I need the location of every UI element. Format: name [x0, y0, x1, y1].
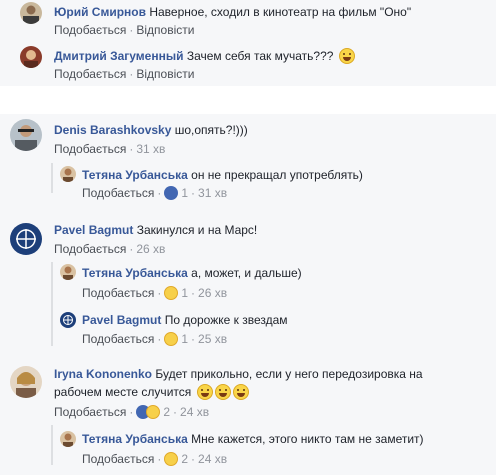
separator-dot: ·	[157, 286, 162, 300]
comment-text: Будет прикольно, если у него передозиров…	[155, 367, 423, 381]
separator-dot: ·	[191, 332, 196, 346]
comment-author[interactable]: Тетяна Урбанська	[82, 168, 188, 182]
separator-dot: ·	[191, 286, 196, 300]
reply-thread-line	[51, 163, 53, 193]
relieved-emoji-icon	[232, 384, 249, 400]
like-link[interactable]: Подобається	[54, 242, 126, 256]
avatar[interactable]	[20, 46, 42, 68]
panel-divider	[0, 86, 496, 114]
avatar[interactable]	[60, 431, 76, 447]
haha-reaction-icon[interactable]	[164, 332, 179, 346]
comment-author[interactable]: Pavel Bagmut	[54, 223, 133, 237]
separator-dot: ·	[129, 142, 134, 156]
like-link[interactable]: Подобається	[54, 142, 126, 156]
separator-dot: ·	[157, 332, 162, 346]
avatar[interactable]	[60, 264, 76, 280]
comment-author[interactable]: Pavel Bagmut	[82, 313, 161, 327]
like-link[interactable]: Подобається	[82, 186, 154, 200]
reply-thread-line	[51, 425, 53, 465]
comment-author[interactable]: Тетяна Урбанська	[82, 432, 188, 446]
comment-text: Наверное, сходил в кинотеатр на фильм "О…	[149, 5, 412, 19]
reaction-count[interactable]: 1	[178, 286, 188, 300]
separator-dot: ·	[191, 186, 196, 200]
comment-author[interactable]: Дмитрий Загуменный	[54, 49, 183, 63]
haha-reaction-icon[interactable]	[164, 286, 179, 300]
reaction-count[interactable]: 1	[178, 332, 188, 346]
reply-thread-line	[51, 262, 53, 346]
like-link[interactable]: Подобається	[82, 286, 154, 300]
avatar[interactable]	[60, 312, 76, 328]
hugging-emoji-icon	[214, 384, 231, 400]
comment-author[interactable]: Тетяна Урбанська	[82, 266, 188, 280]
comment-text: шо,опять?!)))	[174, 123, 248, 137]
like-link[interactable]: Подобається	[54, 23, 126, 37]
separator-dot: ·	[129, 405, 134, 419]
separator-dot: ·	[157, 186, 162, 200]
like-link[interactable]: Подобається	[54, 405, 126, 419]
timestamp[interactable]: 31 хв	[198, 186, 227, 200]
haha-reaction-icon[interactable]	[146, 405, 161, 419]
like-reaction-icon[interactable]	[164, 186, 179, 200]
like-link[interactable]: Подобається	[82, 332, 154, 346]
comment-author[interactable]: Denis Barashkovsky	[54, 123, 171, 137]
timestamp[interactable]: 25 хв	[198, 332, 227, 346]
like-link[interactable]: Подобається	[82, 452, 154, 466]
avatar[interactable]	[10, 119, 42, 151]
avatar[interactable]	[60, 166, 76, 182]
timestamp[interactable]: 31 хв	[136, 142, 165, 156]
separator-dot: ·	[191, 452, 196, 466]
separator-dot: ·	[129, 67, 134, 81]
avatar[interactable]	[10, 366, 42, 398]
timestamp[interactable]: 24 хв	[180, 405, 209, 419]
separator-dot: ·	[129, 242, 134, 256]
comment-text: По дорожке к звездам	[164, 313, 288, 327]
reaction-count[interactable]: 2	[160, 405, 170, 419]
comment-author[interactable]: Iryna Kononenko	[54, 367, 152, 381]
haha-reaction-icon[interactable]	[164, 452, 179, 466]
comment-text: Зачем себя так мучать???	[186, 49, 334, 63]
comment-text: Мне кажется, этого никто там не заметит)	[191, 432, 424, 446]
timestamp[interactable]: 24 хв	[198, 452, 227, 466]
avatar[interactable]	[10, 223, 42, 255]
reply-link[interactable]: Відповісти	[136, 23, 194, 37]
comment-text: он не прекращал употреблять)	[191, 168, 363, 182]
reply-link[interactable]: Відповісти	[136, 67, 194, 81]
reaction-count[interactable]: 1	[178, 186, 188, 200]
avatar[interactable]	[20, 2, 42, 24]
separator-dot: ·	[173, 405, 178, 419]
separator-dot: ·	[157, 452, 162, 466]
timestamp[interactable]: 26 хв	[136, 242, 165, 256]
grinning-emoji-icon	[338, 48, 355, 64]
separator-dot: ·	[129, 23, 134, 37]
timestamp[interactable]: 26 хв	[198, 286, 227, 300]
comment-text-continued: рабочем месте случится	[54, 385, 192, 399]
grinning-emoji-icon	[196, 384, 213, 400]
comment-text: а, может, и дальше)	[191, 266, 302, 280]
comment-text: Закинулся и на Марс!	[136, 223, 258, 237]
reaction-count[interactable]: 2	[178, 452, 188, 466]
like-link[interactable]: Подобається	[54, 67, 126, 81]
comment-author[interactable]: Юрий Смирнов	[54, 5, 146, 19]
